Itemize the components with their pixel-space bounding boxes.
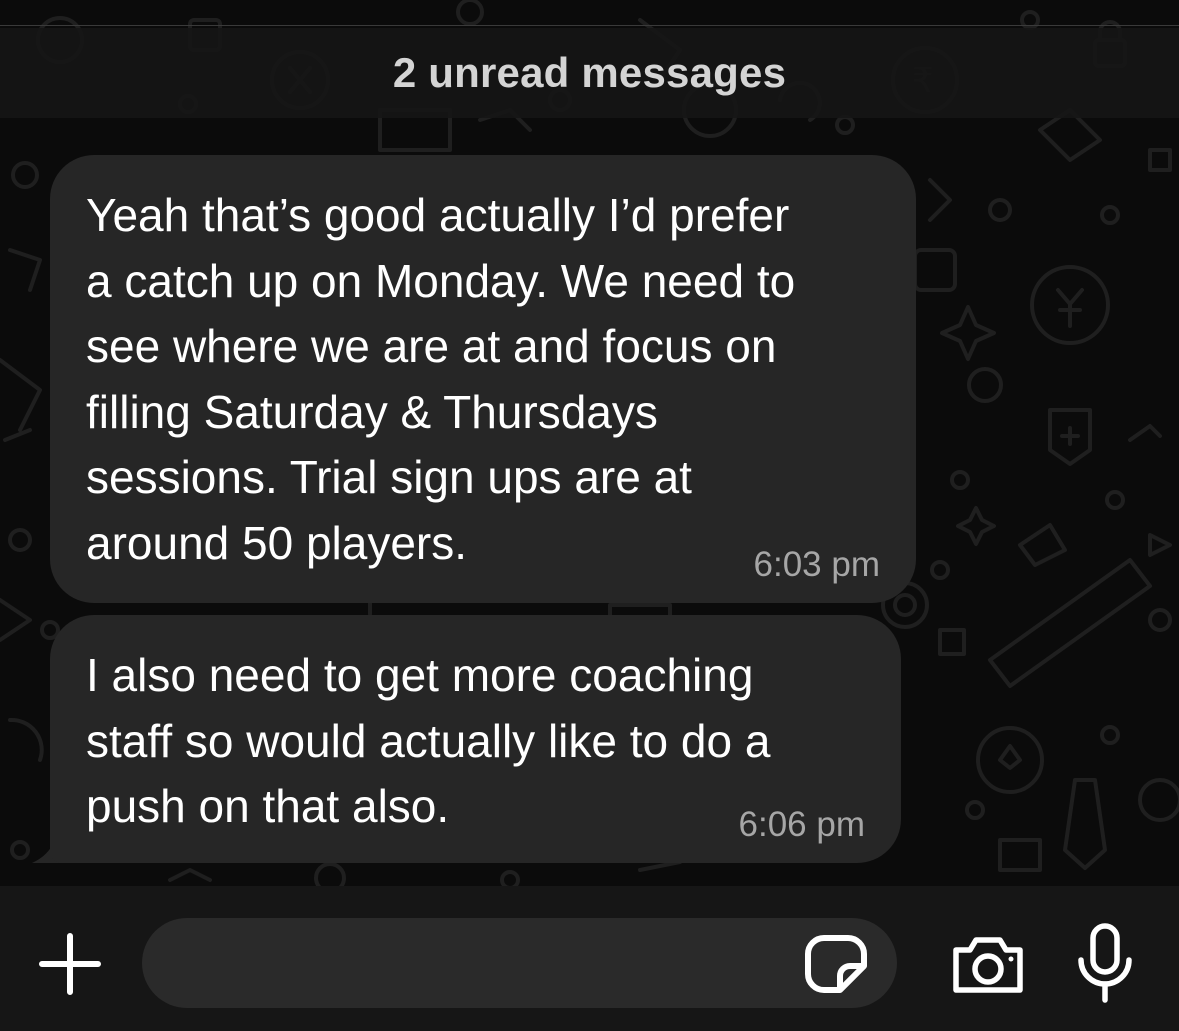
message-input[interactable] bbox=[142, 918, 897, 1008]
message-bubble[interactable]: Yeah that’s good actually I’d prefer a c… bbox=[50, 155, 916, 603]
sticker-icon bbox=[805, 935, 867, 993]
unread-messages-label: 2 unread messages bbox=[392, 49, 787, 96]
message-text: I also need to get more coaching staff s… bbox=[86, 649, 771, 832]
message-text: Yeah that’s good actually I’d prefer a c… bbox=[86, 189, 796, 569]
top-divider bbox=[0, 25, 1179, 26]
chat-screen: ₹ bbox=[0, 0, 1179, 1031]
unread-messages-banner: 2 unread messages bbox=[0, 28, 1179, 118]
sticker-button[interactable] bbox=[802, 926, 870, 1000]
camera-button[interactable] bbox=[948, 928, 1028, 1000]
camera-icon bbox=[953, 937, 1023, 993]
attach-button[interactable] bbox=[34, 928, 106, 1000]
message-timestamp: 6:03 pm bbox=[753, 545, 880, 584]
plus-icon bbox=[39, 933, 101, 995]
message-composer bbox=[0, 886, 1179, 1031]
message-timestamp: 6:06 pm bbox=[738, 805, 865, 844]
message-bubble[interactable]: I also need to get more coaching staff s… bbox=[50, 615, 901, 863]
voice-message-button[interactable] bbox=[1073, 922, 1137, 1004]
microphone-icon bbox=[1078, 923, 1132, 1003]
